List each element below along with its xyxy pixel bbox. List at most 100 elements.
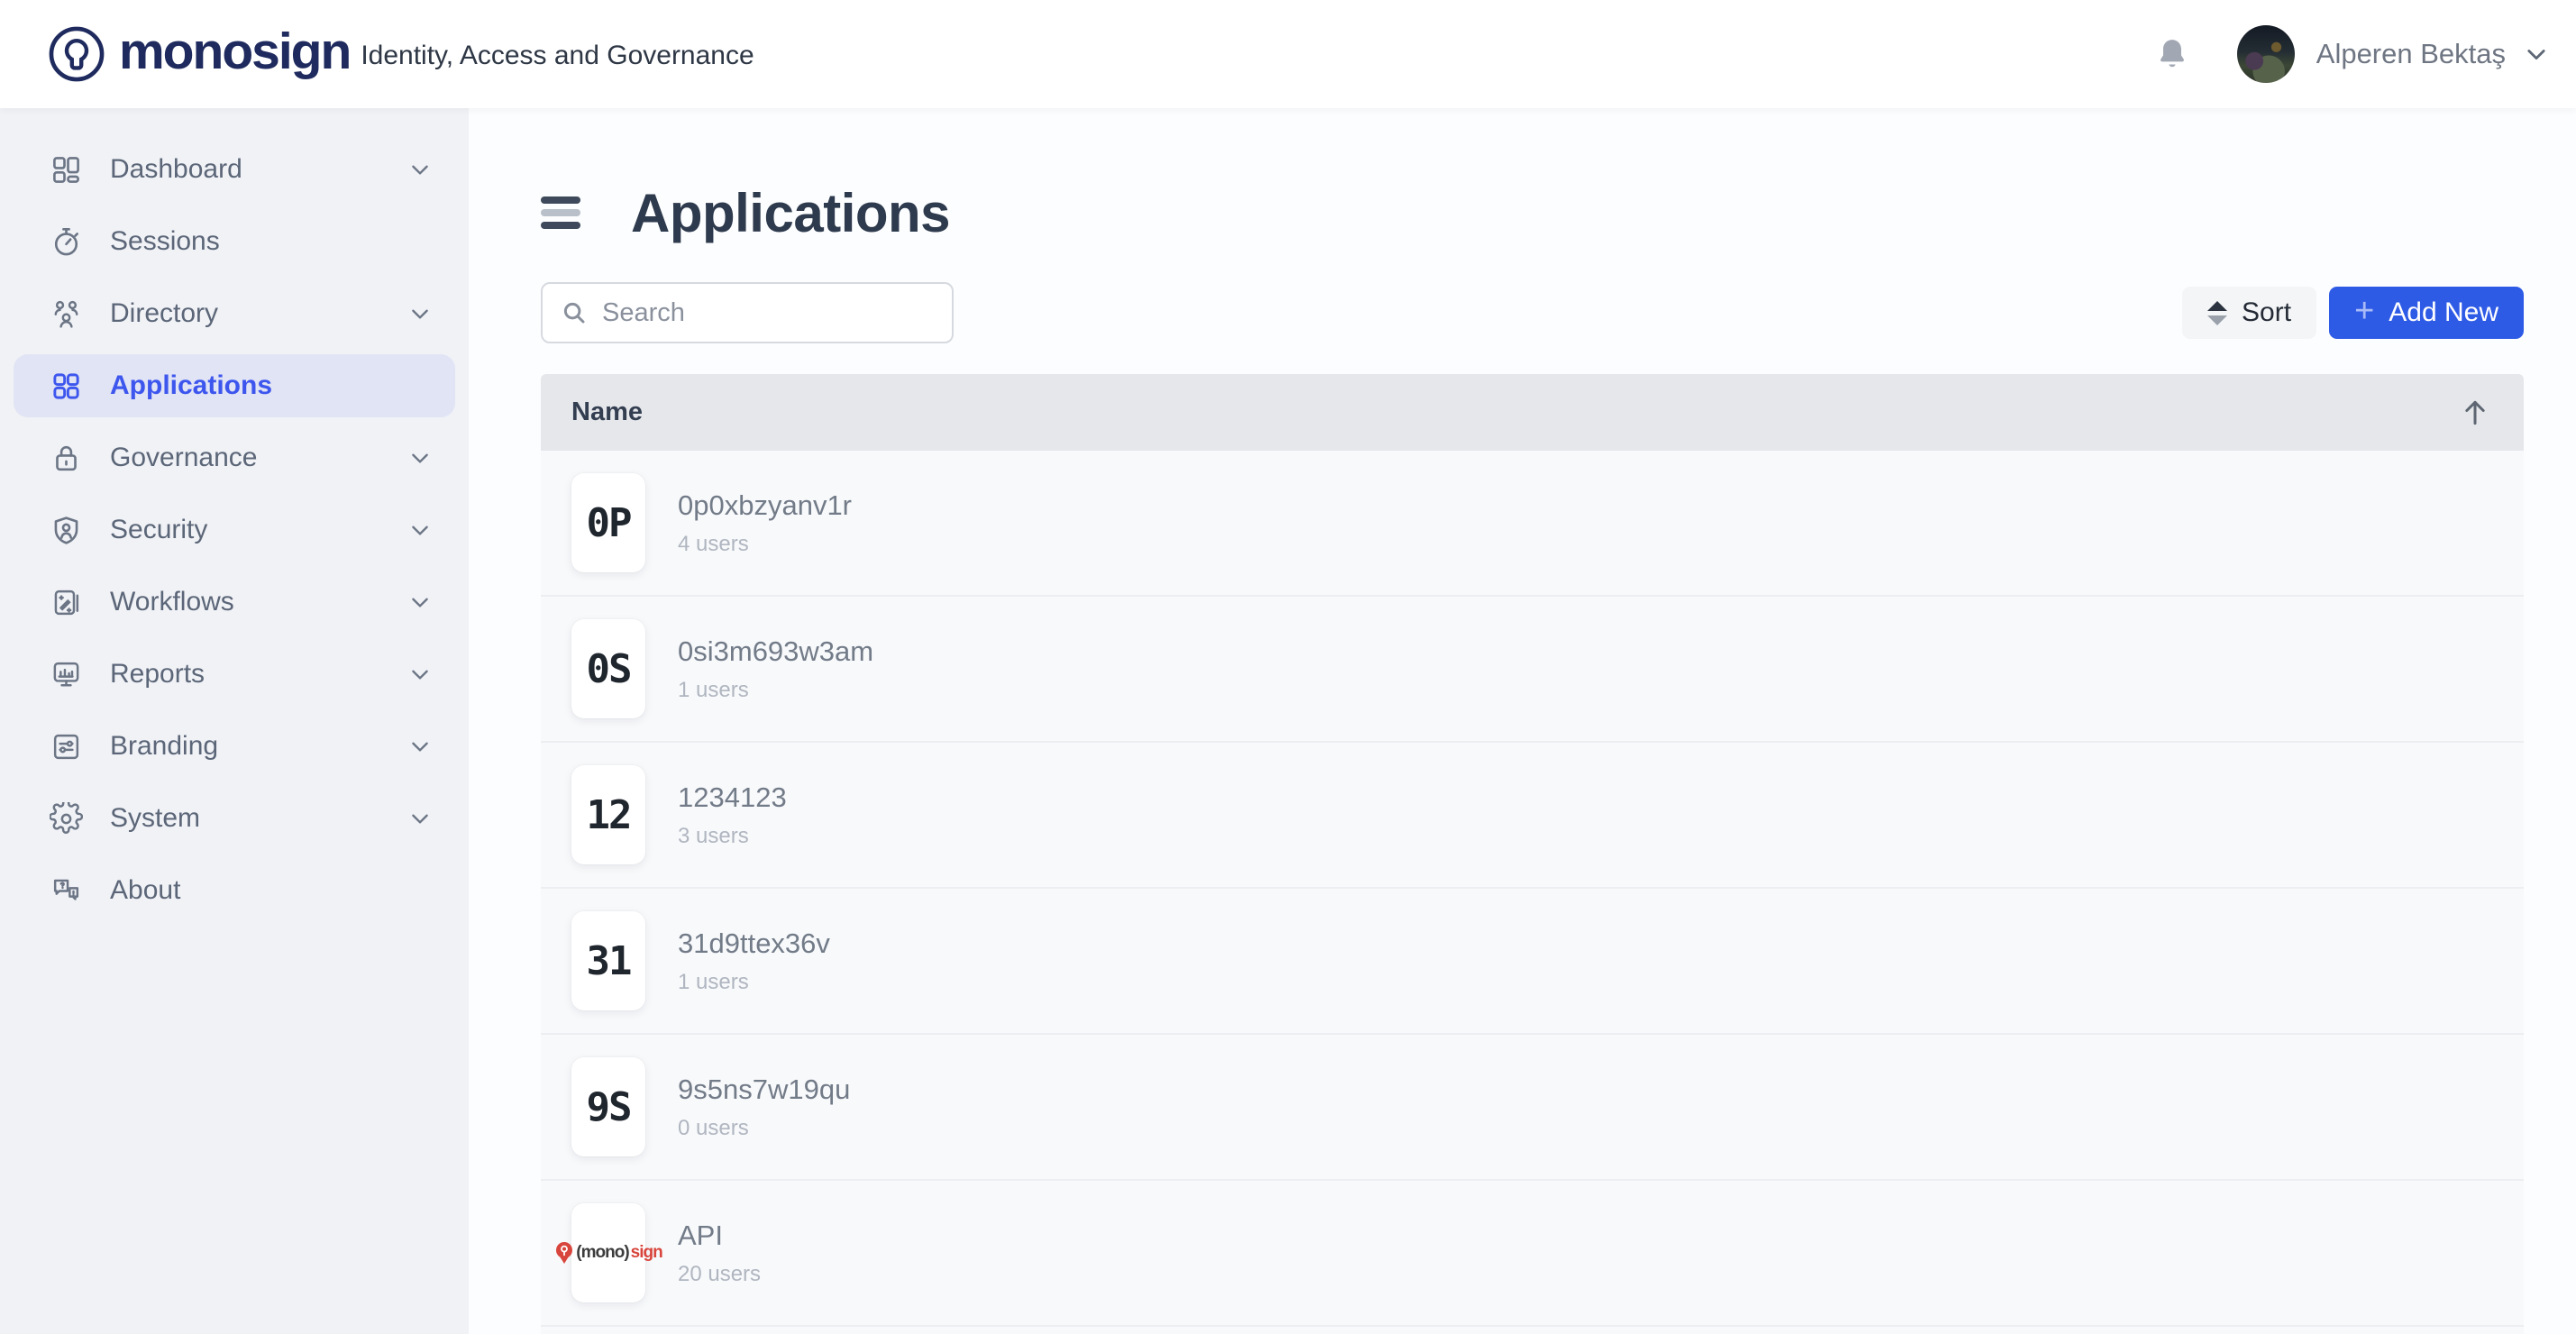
sidebar-item-label: Dashboard xyxy=(110,154,408,185)
app-user-count: 20 users xyxy=(678,1262,761,1287)
top-right-cluster: Alperen Bektaş xyxy=(2154,25,2549,83)
sort-ascending-arrow-icon[interactable] xyxy=(2457,395,2493,431)
sidebar-item-label: Applications xyxy=(110,370,432,401)
sidebar-item-applications[interactable]: Applications xyxy=(14,354,455,417)
table-row[interactable]: 0P 0p0xbzyanv1r 4 users xyxy=(541,451,2524,597)
sidebar-item-workflows[interactable]: Workflows xyxy=(14,571,455,634)
app-user-count: 1 users xyxy=(678,678,873,703)
sidebar-item-label: About xyxy=(110,875,432,906)
user-name: Alperen Bektaş xyxy=(2316,38,2506,70)
gear-icon xyxy=(50,802,83,836)
brand-logo[interactable]: monosign xyxy=(47,24,350,84)
chevron-down-icon xyxy=(408,158,432,181)
sort-button[interactable]: Sort xyxy=(2182,287,2316,339)
mini-logo-text-sign: sign xyxy=(631,1243,662,1263)
table-row[interactable]: 31 31d9ttex36v 1 users xyxy=(541,889,2524,1035)
app-name: 0p0xbzyanv1r xyxy=(678,489,852,522)
sliders-icon xyxy=(50,730,83,763)
app-monogram: 0S xyxy=(587,646,631,692)
app-name: 1234123 xyxy=(678,781,787,814)
lock-icon xyxy=(50,442,83,475)
app-monogram-tile: 9S xyxy=(571,1057,645,1156)
sidebar-item-security[interactable]: Security xyxy=(14,498,455,562)
table-header-row: Name xyxy=(541,374,2524,451)
table-row[interactable]: (mono)sign API 20 users xyxy=(541,1181,2524,1327)
search-box[interactable] xyxy=(541,282,954,343)
top-bar: monosign Identity, Access and Governance… xyxy=(0,0,2576,108)
app-user-count: 4 users xyxy=(678,532,852,557)
sidebar-item-label: System xyxy=(110,803,408,834)
chevron-down-icon xyxy=(2524,41,2549,67)
app-monogram-tile: 31 xyxy=(571,911,645,1010)
sidebar-item-label: Sessions xyxy=(110,226,432,257)
brand-tagline: Identity, Access and Governance xyxy=(361,37,754,71)
chevron-down-icon xyxy=(408,807,432,830)
monosign-logo-icon xyxy=(47,24,106,84)
notifications-bell-icon[interactable] xyxy=(2154,34,2190,74)
app-name: 0si3m693w3am xyxy=(678,635,873,668)
app-monogram: 12 xyxy=(587,792,631,838)
app-user-count: 1 users xyxy=(678,970,830,995)
page-title: Applications xyxy=(631,182,950,244)
sidebar-item-label: Directory xyxy=(110,298,408,329)
sidebar-item-sessions[interactable]: Sessions xyxy=(14,210,455,273)
app-monogram-tile: 0P xyxy=(571,473,645,572)
app-name: 9s5ns7w19qu xyxy=(678,1074,850,1106)
sort-button-label: Sort xyxy=(2242,297,2291,328)
add-new-button[interactable]: + Add New xyxy=(2329,287,2524,339)
chevron-down-icon xyxy=(408,590,432,614)
sidebar-item-directory[interactable]: Directory xyxy=(14,282,455,345)
main-content: Applications Sort + Add New xyxy=(469,108,2576,1334)
user-menu[interactable]: Alperen Bektaş xyxy=(2316,38,2549,70)
add-new-button-label: Add New xyxy=(2389,297,2498,328)
sidebar-item-label: Workflows xyxy=(110,587,408,617)
app-user-count: 0 users xyxy=(678,1116,850,1141)
sidebar-item-label: Governance xyxy=(110,443,408,473)
column-header-name[interactable]: Name xyxy=(571,397,2457,427)
stopwatch-icon xyxy=(50,225,83,259)
sidebar-item-dashboard[interactable]: Dashboard xyxy=(14,138,455,201)
chevron-down-icon xyxy=(408,302,432,325)
app-monogram-tile: 0S xyxy=(571,619,645,718)
reports-chart-icon xyxy=(50,658,83,691)
chevron-down-icon xyxy=(408,735,432,758)
app-monogram: 0P xyxy=(587,500,631,546)
app-user-count: 3 users xyxy=(678,824,787,849)
mini-logo-text-mono: (mono) xyxy=(576,1243,628,1263)
brand-name: monosign xyxy=(119,26,350,83)
help-chat-icon xyxy=(50,874,83,908)
sidebar-nav: Dashboard Sessions Directory Applicatio xyxy=(0,108,469,1334)
users-group-icon xyxy=(50,297,83,331)
sidebar-item-label: Security xyxy=(110,515,408,545)
app-logo-tile: (mono)sign xyxy=(571,1203,645,1302)
sidebar-item-reports[interactable]: Reports xyxy=(14,643,455,706)
sidebar-item-branding[interactable]: Branding xyxy=(14,715,455,778)
applications-table: Name 0P 0p0xbzyanv1r 4 users 0S 0si3m693… xyxy=(541,374,2524,1334)
monosign-pin-icon xyxy=(554,1241,574,1265)
chevron-down-icon xyxy=(408,518,432,542)
table-row[interactable]: 0S 0si3m693w3am 1 users xyxy=(541,597,2524,743)
app-monogram-tile: 12 xyxy=(571,765,645,864)
plus-icon: + xyxy=(2354,294,2374,332)
sidebar-item-governance[interactable]: Governance xyxy=(14,426,455,489)
workflow-wand-icon xyxy=(50,586,83,619)
sidebar-item-label: Branding xyxy=(110,731,408,762)
table-row[interactable]: 9S 9s5ns7w19qu 0 users xyxy=(541,1035,2524,1181)
dashboard-icon xyxy=(50,153,83,187)
shield-user-icon xyxy=(50,514,83,547)
chevron-down-icon xyxy=(408,662,432,686)
table-row-partial[interactable] xyxy=(541,1327,2524,1334)
app-monogram: 9S xyxy=(587,1084,631,1130)
chevron-down-icon xyxy=(408,446,432,470)
table-row[interactable]: 12 1234123 3 users xyxy=(541,743,2524,889)
app-monogram: 31 xyxy=(587,938,631,984)
sort-arrows-icon xyxy=(2207,301,2227,325)
search-input[interactable] xyxy=(602,298,934,328)
user-avatar[interactable] xyxy=(2237,25,2295,83)
sidebar-item-label: Reports xyxy=(110,659,408,690)
sidebar-item-system[interactable]: System xyxy=(14,787,455,850)
hamburger-menu-icon[interactable] xyxy=(541,196,580,229)
applications-grid-icon xyxy=(50,370,83,403)
app-name: 31d9ttex36v xyxy=(678,927,830,960)
sidebar-item-about[interactable]: About xyxy=(14,859,455,922)
